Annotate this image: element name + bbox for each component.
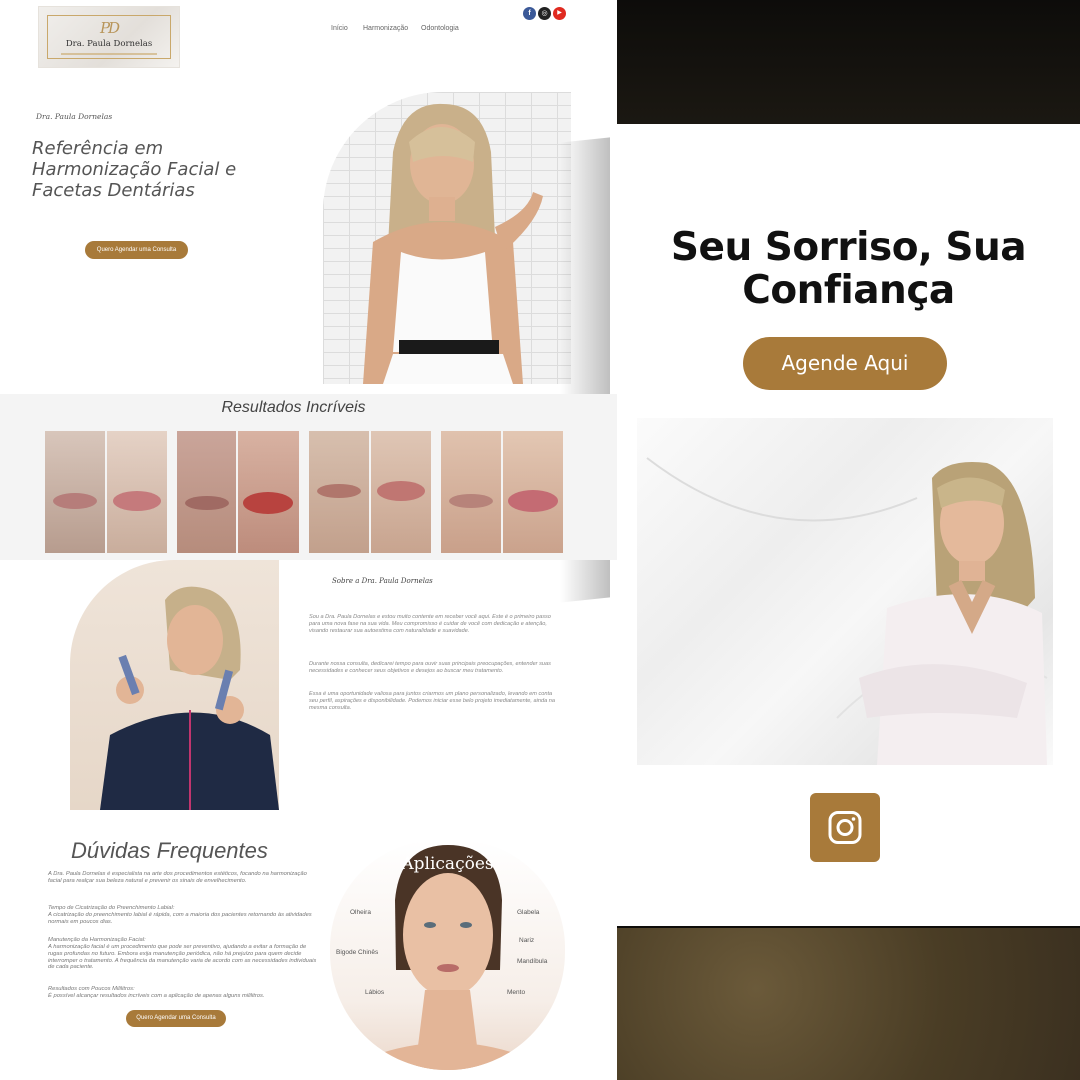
schedule-button[interactable]: Agende Aqui [743, 337, 947, 390]
facebook-icon[interactable]: f [523, 7, 536, 20]
result-photo-after-3 [371, 431, 431, 553]
result-photo-before-3 [309, 431, 369, 553]
faq-question-3: Resultados com Poucos Mililitros: [48, 986, 135, 992]
result-photo-after-4 [503, 431, 563, 553]
hero-kicker: Dra. Paula Dornelas [36, 112, 113, 121]
label-bigode-chines: Bigode Chinês [336, 949, 379, 956]
lips-icon [377, 481, 425, 501]
label-mento: Mento [507, 989, 526, 996]
lips-icon [449, 494, 493, 508]
logo-name: Dra. Paula Dornelas [65, 39, 153, 49]
lips-icon [53, 493, 97, 509]
faq-answer-2: A harmonização facial é um procedimento … [48, 944, 317, 971]
result-photo-after-1 [107, 431, 167, 553]
faq-answer-1: A cicatrização do preenchimento labial é… [48, 912, 312, 925]
site-logo[interactable]: PD Dra. Paula Dornelas [38, 6, 180, 68]
lips-icon [113, 491, 161, 511]
nav-link-inicio[interactable]: Início [331, 25, 348, 32]
faq-question-2: Manutenção da Harmonização Facial: [48, 937, 146, 943]
instagram-icon [828, 811, 862, 844]
lips-icon [317, 484, 361, 498]
results-title: Resultados Incríveis [221, 399, 366, 416]
about-photo [70, 560, 279, 810]
faq-cta-button[interactable]: Quero Agendar uma Consulta [126, 1010, 226, 1027]
lips-icon [243, 492, 293, 514]
faq-title: Dúvidas Frequentes [71, 838, 268, 863]
gold-texture-bottom [617, 928, 1080, 1080]
youtube-icon[interactable]: ▶ [553, 7, 566, 20]
lips-icon [185, 496, 229, 510]
about-paragraph-3: Essa é uma oportunidade valiosa para jun… [309, 691, 555, 711]
story-panel: Seu Sorriso, Sua Confiança Agende Aqui [617, 0, 1080, 1080]
about-title: Sobre a Dra. Paula Dornelas [332, 577, 433, 585]
lips-icon [508, 490, 558, 512]
woman-portrait-illustration [363, 103, 543, 384]
about-paragraph-1: Sou a Dra. Paula Dornelas e estou muito … [309, 614, 551, 634]
result-photo-after-2 [238, 431, 299, 553]
desktop-site-mockup: PD Dra. Paula Dornelas Início Harmonizaç… [0, 0, 617, 1080]
instagram-icon[interactable]: ◎ [538, 7, 551, 20]
result-photo-before-2 [177, 431, 236, 553]
hero-photo [323, 92, 571, 384]
instagram-button[interactable] [810, 793, 880, 862]
logo-monogram: PD [99, 19, 120, 37]
faq-answer-3: É possível alcançar resultados incríveis… [48, 993, 265, 999]
about-paragraph-2: Durante nossa consulta, dedicarei tempo … [309, 661, 551, 674]
nav-link-odontologia[interactable]: Odontologia [421, 25, 459, 32]
hero-cta-button[interactable]: Quero Agendar uma Consulta [85, 241, 188, 259]
hero-title: Referência em Harmonização Facial e Face… [32, 138, 237, 201]
story-title-line-2: Confiança [742, 268, 955, 313]
doctor-photo-marble [637, 418, 1053, 765]
dark-texture-top [617, 0, 1080, 124]
label-labios: Lábios [365, 989, 385, 996]
faq-intro: A Dra. Paula Dornelas é especialista na … [48, 871, 307, 884]
result-photo-before-1 [45, 431, 105, 553]
label-glabela: Glabela [517, 909, 540, 916]
label-nariz: Nariz [519, 937, 535, 944]
result-photo-before-4 [441, 431, 501, 553]
nav-link-harmonizacao[interactable]: Harmonização [363, 25, 408, 32]
label-mandibula: Mandíbula [517, 958, 548, 965]
applications-title: Aplicações [401, 854, 494, 874]
doctor-arms-crossed-illustration [646, 457, 1048, 765]
faq-question-1: Tempo de Cicatrização do Preenchimento L… [48, 905, 175, 911]
label-olheira: Olheira [350, 909, 371, 916]
doctor-portrait-illustration [100, 586, 279, 810]
story-title: Seu Sorriso, Sua Confiança [617, 226, 1080, 312]
story-title-line-1: Seu Sorriso, Sua [670, 225, 1027, 270]
logo-underline [61, 53, 157, 55]
